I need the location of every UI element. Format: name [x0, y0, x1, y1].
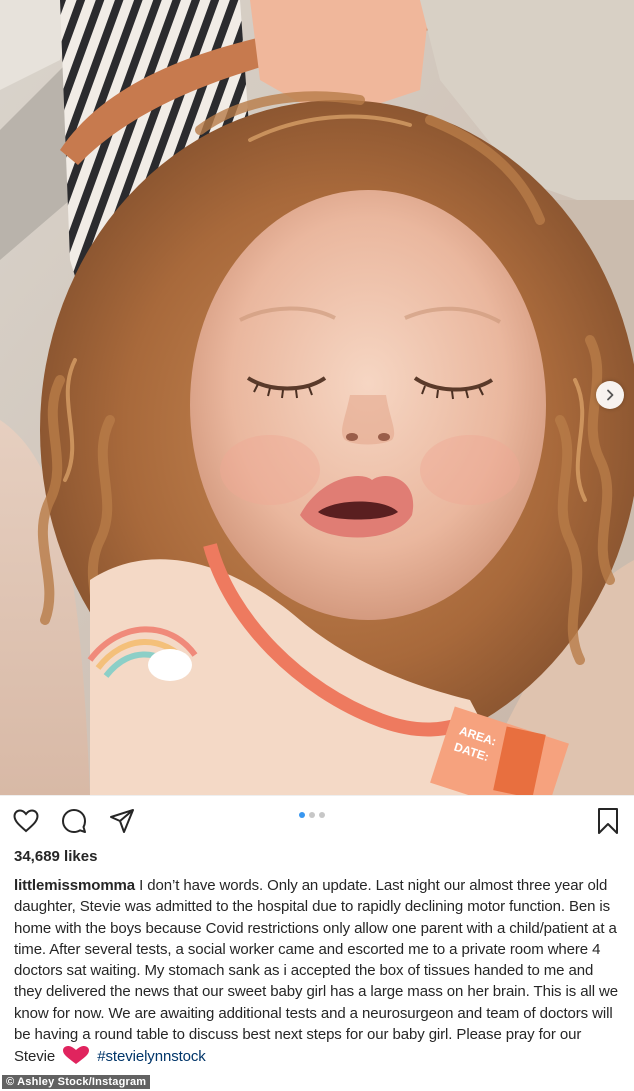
sleeping-child-image: AREA: DATE: [0, 0, 634, 795]
carousel-indicator [299, 812, 325, 818]
instagram-post: AREA: DATE: 34,689 likes littlemissmomma… [0, 0, 634, 1091]
share-button[interactable] [106, 805, 138, 837]
paper-plane-icon [110, 809, 134, 833]
post-photo[interactable]: AREA: DATE: [0, 0, 634, 795]
comment-icon [62, 809, 86, 833]
next-photo-button[interactable] [596, 381, 624, 409]
heart-icon [13, 809, 39, 833]
caption-hashtag[interactable]: #stevielynnstock [97, 1048, 206, 1065]
carousel-dot-2 [309, 812, 315, 818]
save-button[interactable] [592, 805, 624, 837]
post-caption: littlemissmomma I don’t have words. Only… [14, 875, 624, 1072]
photo-divider [0, 795, 634, 796]
photo-credit: © Ashley Stock/Instagram [2, 1075, 151, 1089]
caption-text: I don’t have words. Only an update. Last… [14, 877, 618, 1066]
chevron-right-icon [607, 389, 614, 401]
comment-button[interactable] [58, 805, 90, 837]
caption-username[interactable]: littlemissmomma [14, 877, 135, 894]
bookmark-icon [598, 808, 618, 834]
carousel-dot-1 [299, 812, 305, 818]
like-button[interactable] [10, 805, 42, 837]
action-bar [0, 800, 634, 842]
red-heart-icon [61, 1045, 91, 1071]
like-count[interactable]: 34,689 likes [14, 848, 97, 865]
carousel-dot-3 [319, 812, 325, 818]
